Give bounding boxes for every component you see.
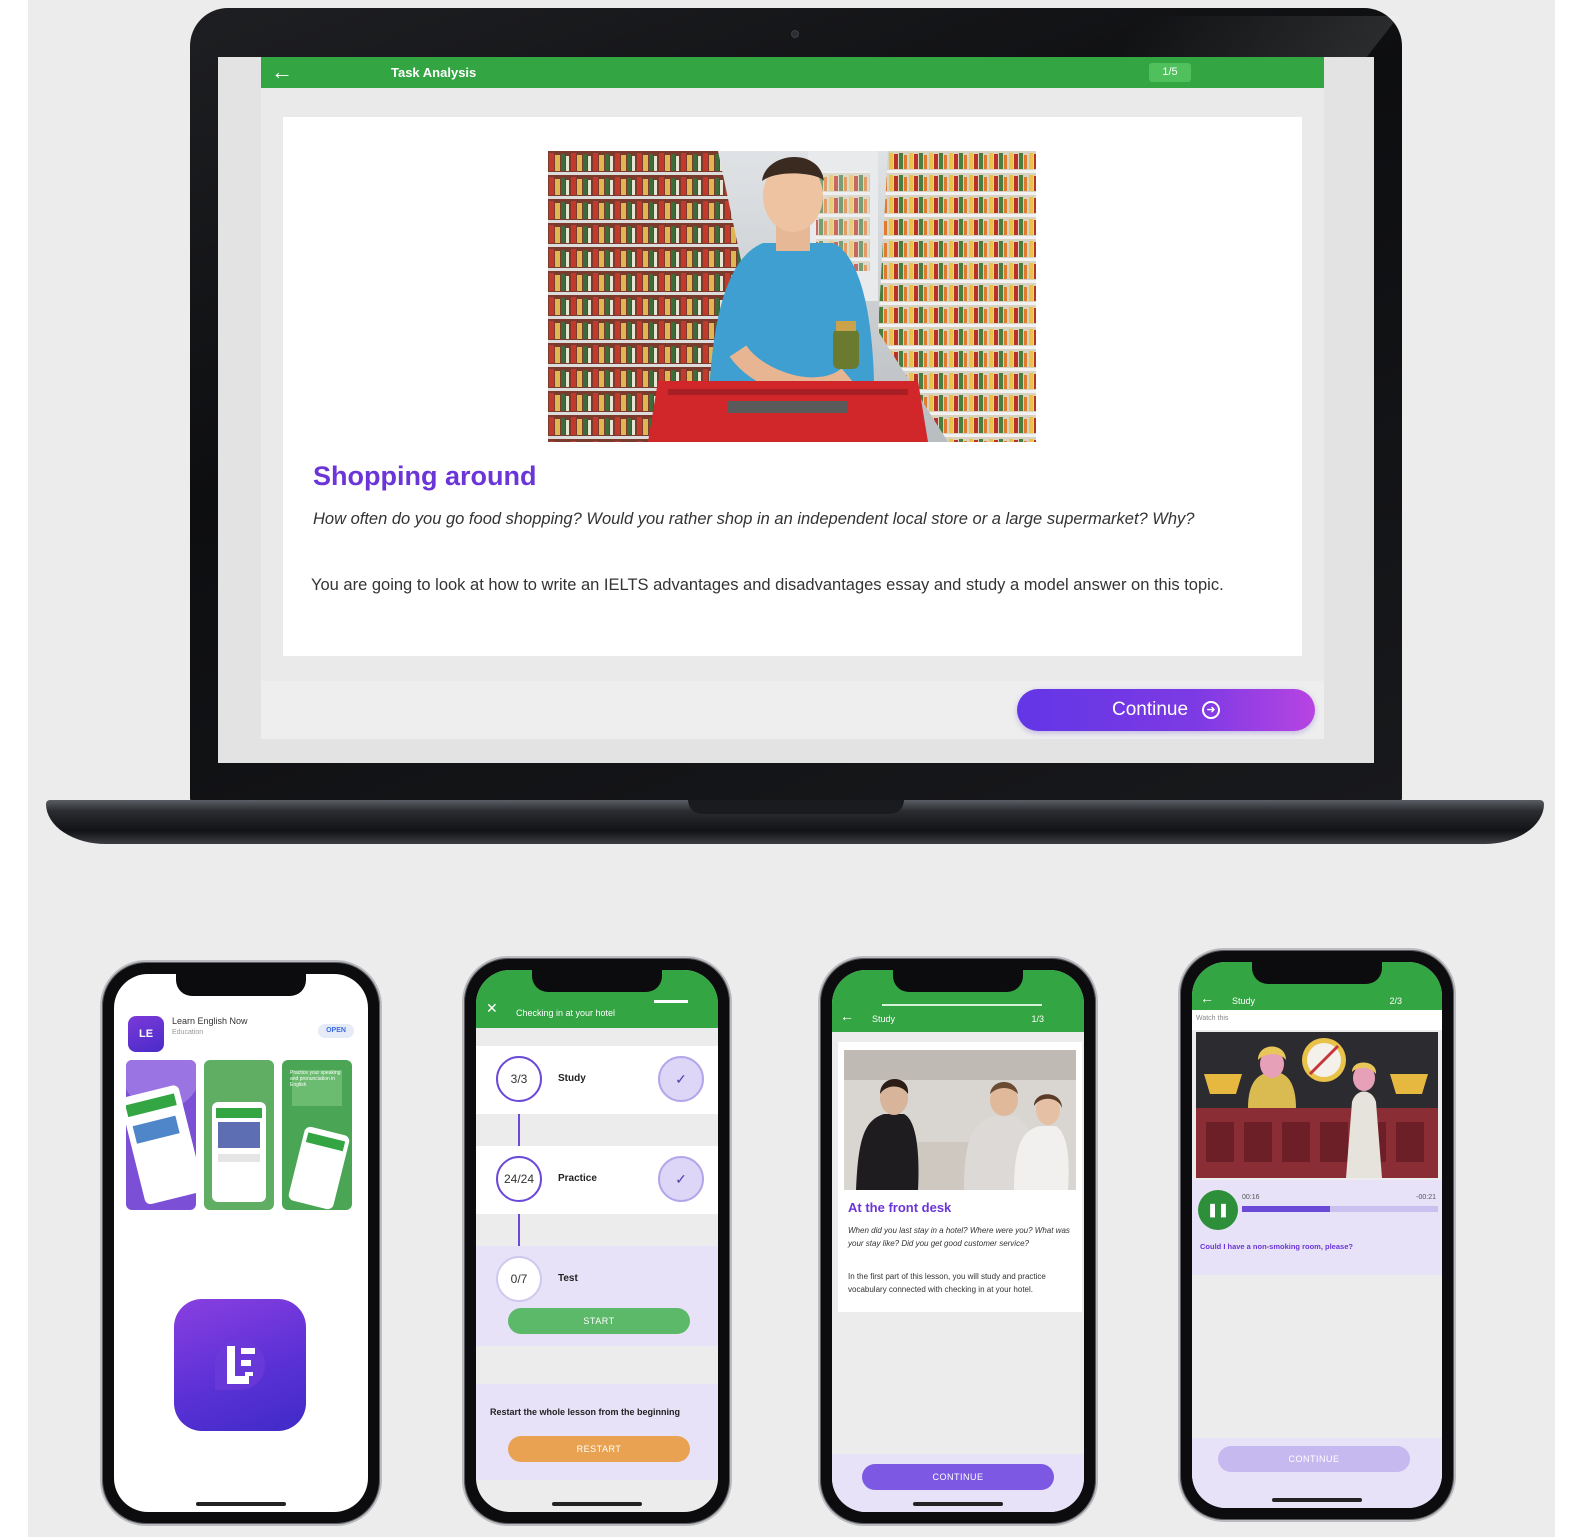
- phone-screen: LE Learn English Now Education OPEN Prac…: [114, 974, 368, 1512]
- lesson-question: How often do you go food shopping? Would…: [313, 510, 1195, 528]
- content-area: Shopping around How often do you go food…: [261, 88, 1324, 681]
- continue-button-disabled[interactable]: CONTINUE: [1218, 1446, 1410, 1472]
- pause-icon[interactable]: ❚❚: [1198, 1190, 1238, 1230]
- close-icon[interactable]: ✕: [486, 1000, 498, 1017]
- app-icon-large: [174, 1299, 306, 1431]
- arrow-left-icon[interactable]: ←: [1200, 990, 1214, 1006]
- header-progress: [654, 1000, 688, 1003]
- check-icon: ✓: [658, 1156, 704, 1202]
- start-button[interactable]: START: [508, 1308, 690, 1334]
- app-screenshot: Practice your speaking and pronunciation…: [282, 1060, 352, 1210]
- lesson-card: Shopping around How often do you go food…: [283, 117, 1302, 656]
- phone-video-player: ← Study 2/3 Watch this ❚❚ 00:16 -00:21 C…: [1178, 948, 1456, 1522]
- step-count: 24/24: [496, 1156, 542, 1202]
- home-indicator: [913, 1502, 1003, 1506]
- step-count: 0/7: [496, 1256, 542, 1302]
- study-title: Study: [872, 1014, 896, 1024]
- step-test[interactable]: 0/7 Test START: [476, 1246, 718, 1346]
- restart-text: Restart the whole lesson from the beginn…: [490, 1407, 681, 1417]
- time-remaining: -00:21: [1416, 1194, 1436, 1201]
- front-desk-photo: [844, 1050, 1076, 1190]
- app-header: ← Task Analysis 1/5: [261, 57, 1324, 88]
- arrow-left-icon[interactable]: ←: [840, 1008, 854, 1024]
- continue-button[interactable]: CONTINUE: [862, 1464, 1054, 1490]
- step-label: Study: [558, 1073, 586, 1084]
- instruction-bar: Watch this: [1192, 1010, 1442, 1030]
- home-indicator: [196, 1502, 286, 1506]
- restart-button[interactable]: RESTART: [508, 1436, 690, 1462]
- progress-badge: 1/5: [1149, 63, 1191, 82]
- header-progress: [882, 1004, 1042, 1006]
- phone-lesson-steps: ✕ Checking in at your hotel 3/3 Study ✓ …: [462, 956, 732, 1526]
- playback-track[interactable]: [1242, 1206, 1438, 1212]
- step-connector: [518, 1114, 520, 1146]
- lesson-title: Shopping around: [313, 461, 537, 491]
- laptop-base-notch: [688, 800, 904, 814]
- app-screenshots[interactable]: Practice your speaking and pronunciation…: [126, 1060, 354, 1212]
- phone-screen: ✕ Checking in at your hotel 3/3 Study ✓ …: [476, 970, 718, 1512]
- time-elapsed: 00:16: [1242, 1194, 1260, 1201]
- app-category: Education: [172, 1029, 204, 1036]
- laptop-camera: [791, 30, 799, 38]
- home-indicator: [552, 1502, 642, 1506]
- app-screenshot: [204, 1060, 274, 1210]
- step-connector: [518, 1214, 520, 1246]
- step-label: Practice: [558, 1173, 597, 1184]
- home-indicator: [1272, 1498, 1362, 1502]
- progress-badge: 2/3: [1389, 996, 1402, 1006]
- phone-screen: ← Study 2/3 Watch this ❚❚ 00:16 -00:21 C…: [1192, 962, 1442, 1508]
- arrow-left-icon[interactable]: ←: [271, 59, 293, 85]
- step-practice[interactable]: 24/24 Practice ✓: [476, 1146, 718, 1214]
- phone-app-store: LE Learn English Now Education OPEN Prac…: [100, 960, 382, 1526]
- app-icon-small[interactable]: LE: [128, 1016, 164, 1052]
- check-icon: ✓: [658, 1056, 704, 1102]
- study-card-question: When did you last stay in a hotel? Where…: [848, 1226, 1070, 1248]
- app-screenshot: [126, 1060, 196, 1210]
- phone-notch: [176, 974, 306, 996]
- video-frame[interactable]: [1196, 1032, 1438, 1178]
- phone-study-card: ← Study 1/3 At the front desk When did y…: [818, 956, 1098, 1526]
- supermarket-photo: [548, 151, 1036, 442]
- lesson-title: Checking in at your hotel: [516, 1008, 616, 1018]
- study-card-title: At the front desk: [848, 1200, 952, 1215]
- player-panel: ❚❚ 00:16 -00:21 Could I have a non-smoki…: [1192, 1180, 1442, 1275]
- study-title: Study: [1232, 996, 1256, 1006]
- progress-badge: 1/3: [1031, 1014, 1044, 1024]
- step-count: 3/3: [496, 1056, 542, 1102]
- app-icon-glyph: LE: [138, 1028, 154, 1040]
- study-card-body: In the first part of this lesson, you wi…: [848, 1272, 1046, 1294]
- app-name: Learn English Now: [172, 1016, 248, 1026]
- step-study[interactable]: 3/3 Study ✓: [476, 1046, 718, 1114]
- lesson-description: You are going to look at how to write an…: [311, 576, 1224, 594]
- laptop-screen: ← Task Analysis 1/5 Shopping around How …: [218, 57, 1374, 763]
- continue-label: Continue: [1111, 699, 1189, 720]
- restart-panel: Restart the whole lesson from the beginn…: [476, 1384, 718, 1480]
- phone-notch: [532, 970, 662, 992]
- phone-screen: ← Study 1/3 At the front desk When did y…: [832, 970, 1084, 1512]
- continue-button[interactable]: Continue ➜: [1017, 689, 1315, 731]
- screenshot-caption: Practice your speaking and pronunciation…: [290, 1070, 341, 1088]
- page-title: Task Analysis: [391, 65, 477, 80]
- phone-notch: [1252, 962, 1382, 984]
- arrow-right-circle-icon: ➜: [1202, 701, 1221, 719]
- playback-progress: [1242, 1206, 1331, 1212]
- caption-text: Could I have a non-smoking room, please?: [1200, 1242, 1353, 1251]
- phone-notch: [893, 970, 1023, 992]
- instruction-text: Watch this: [1196, 1015, 1229, 1022]
- open-button[interactable]: OPEN: [318, 1024, 354, 1038]
- step-label: Test: [558, 1273, 578, 1284]
